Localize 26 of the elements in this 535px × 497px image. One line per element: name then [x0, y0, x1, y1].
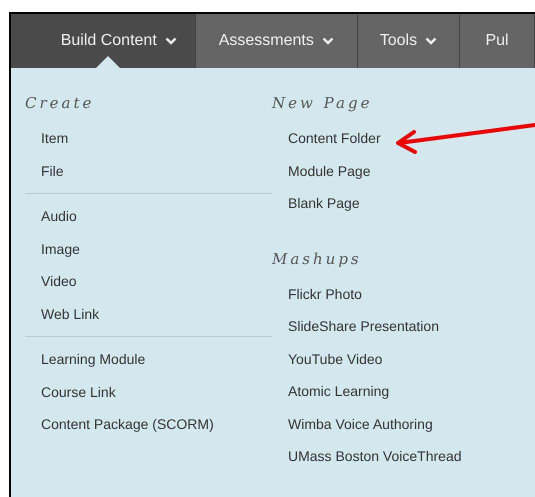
- nav-tab[interactable]: Tools: [358, 14, 460, 68]
- selected-pointer: [96, 56, 120, 68]
- menu-item[interactable]: Content Package (SCORM): [41, 408, 214, 440]
- section-heading: Create: [25, 93, 94, 114]
- menu-item[interactable]: YouTube Video: [288, 342, 382, 375]
- menu-item[interactable]: Module Page: [288, 154, 371, 187]
- menu-item[interactable]: File: [41, 154, 64, 187]
- menu-item[interactable]: Atomic Learning: [288, 375, 390, 408]
- menu-item[interactable]: Image: [41, 232, 80, 265]
- menu-item[interactable]: Video: [41, 265, 77, 298]
- nav-tab[interactable]: Build Content: [11, 14, 196, 68]
- section-heading: Mashups: [272, 248, 362, 270]
- menu-item[interactable]: Flickr Photo: [288, 278, 362, 310]
- menu-item[interactable]: Audio: [41, 200, 77, 232]
- nav-tab[interactable]: Pul: [460, 14, 535, 68]
- menu-item[interactable]: SlideShare Presentation: [288, 310, 439, 342]
- menu-item[interactable]: Blank Page: [288, 187, 360, 220]
- menu-item[interactable]: Course Link: [41, 376, 116, 408]
- menu-item[interactable]: Item: [41, 122, 68, 154]
- menu-item[interactable]: Wimba Voice Authoring: [288, 408, 433, 440]
- menu-item[interactable]: UMass Boston VoiceThread: [288, 440, 462, 472]
- menu-item[interactable]: Web Link: [41, 298, 100, 330]
- menu-item[interactable]: Learning Module: [41, 343, 146, 376]
- menu-item[interactable]: Content Folder: [288, 122, 381, 154]
- nav-tab[interactable]: Assessments: [196, 14, 358, 68]
- section-heading: New Page: [272, 93, 372, 114]
